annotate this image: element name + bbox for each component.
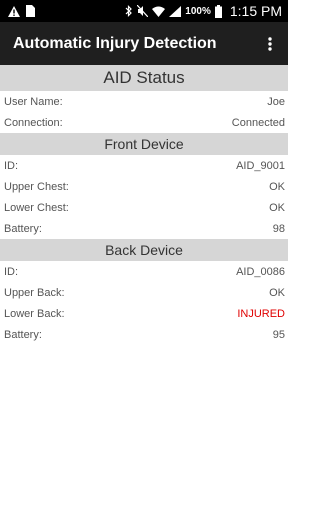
row-label: Upper Back:	[4, 286, 65, 299]
status-time: 1:15 PM	[229, 3, 282, 19]
row-value: Joe	[267, 95, 285, 108]
status-bar: 100% 1:15 PM	[0, 0, 288, 22]
sim-card-icon	[26, 5, 35, 17]
wifi-icon	[152, 6, 166, 17]
upper-back-row: Upper Back: OK	[0, 282, 288, 303]
app-bar: Automatic Injury Detection	[0, 22, 288, 65]
row-label: ID:	[4, 265, 19, 278]
injured-status-value: INJURED	[237, 307, 285, 320]
front-id-row: ID: AID_9001	[0, 155, 288, 176]
row-value: OK	[269, 201, 285, 214]
row-label: Upper Chest:	[4, 180, 69, 193]
connection-row: Connection: Connected	[0, 112, 288, 133]
signal-icon	[169, 5, 182, 17]
overflow-menu-icon[interactable]	[262, 32, 278, 56]
mute-icon	[137, 5, 149, 17]
bluetooth-icon	[125, 5, 133, 17]
battery-icon	[214, 4, 222, 18]
row-label: Lower Chest:	[4, 201, 69, 214]
row-label: Lower Back:	[4, 307, 65, 320]
battery-percent: 100%	[185, 5, 211, 17]
row-value: AID_9001	[236, 159, 285, 172]
front-device-header: Front Device	[0, 133, 288, 155]
row-value: OK	[269, 180, 285, 193]
warning-icon	[8, 5, 20, 17]
upper-chest-row: Upper Chest: OK	[0, 176, 288, 197]
back-id-row: ID: AID_0086	[0, 261, 288, 282]
front-battery-row: Battery: 98	[0, 218, 288, 239]
lower-back-row: Lower Back: INJURED	[0, 303, 288, 324]
user-name-row: User Name: Joe	[0, 91, 288, 112]
lower-chest-row: Lower Chest: OK	[0, 197, 288, 218]
row-label: ID:	[4, 159, 19, 172]
row-value: AID_0086	[236, 265, 285, 278]
status-bar-right: 100% 1:15 PM	[125, 3, 282, 19]
back-device-header: Back Device	[0, 239, 288, 261]
row-value: 98	[272, 222, 285, 235]
back-battery-row: Battery: 95	[0, 324, 288, 345]
app-title: Automatic Injury Detection	[13, 34, 217, 52]
row-label: Connection:	[4, 116, 63, 129]
row-value: Connected	[231, 116, 285, 129]
row-value: 95	[272, 328, 285, 341]
aid-status-header: AID Status	[0, 65, 288, 91]
row-label: Battery:	[4, 222, 42, 235]
row-label: Battery:	[4, 328, 42, 341]
main-content: AID Status User Name: Joe Connection: Co…	[0, 65, 288, 345]
status-bar-left	[8, 5, 35, 17]
row-label: User Name:	[4, 95, 63, 108]
row-value: OK	[269, 286, 285, 299]
